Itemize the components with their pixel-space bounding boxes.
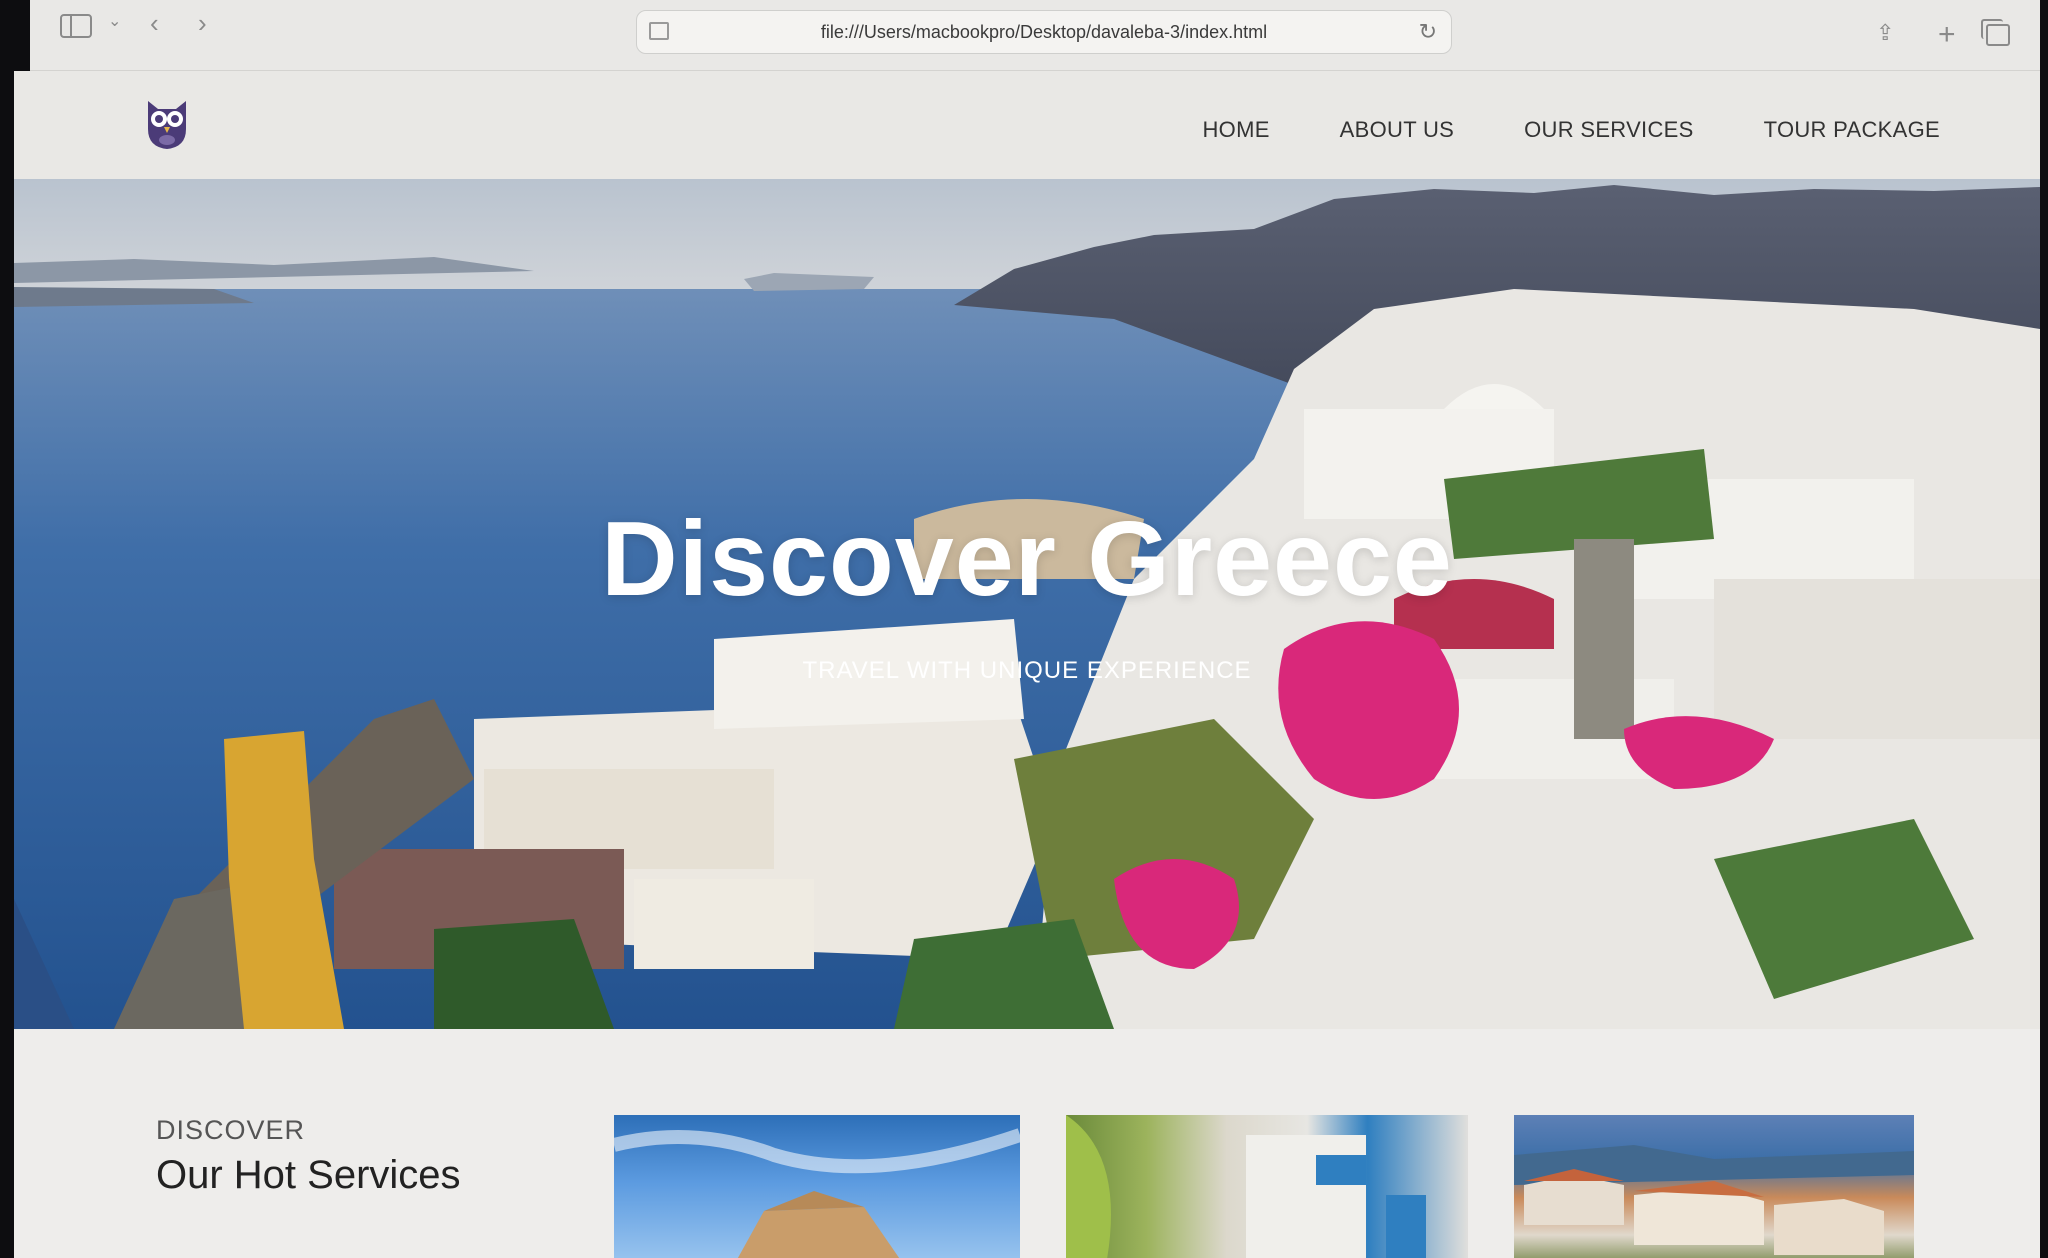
tab-overview-icon[interactable] [1981, 19, 2010, 46]
browser-toolbar: ⌄ ‹ › file:///Users/macbookpro/Desktop/d… [30, 0, 2040, 71]
page-icon [649, 22, 669, 40]
address-bar[interactable]: file:///Users/macbookpro/Desktop/davaleb… [636, 10, 1452, 54]
service-card-acropolis[interactable] [614, 1115, 1020, 1258]
service-card-village[interactable] [1066, 1115, 1468, 1258]
service-card-coast-town[interactable] [1514, 1115, 1914, 1258]
sidebar-toggle-icon[interactable] [60, 14, 92, 38]
acropolis-image [614, 1128, 1020, 1258]
nav-about-us[interactable]: ABOUT US [1340, 117, 1454, 143]
section-title: Our Hot Services [156, 1153, 461, 1197]
nav-tour-package[interactable]: TOUR PACKAGE [1764, 117, 1940, 143]
site-header: HOME ABOUT US OUR SERVICES TOUR PACKAGE [14, 71, 2040, 179]
chevron-down-icon[interactable]: ⌄ [108, 14, 121, 30]
village-image [1066, 1115, 1426, 1258]
web-page: HOME ABOUT US OUR SERVICES TOUR PACKAGE [14, 71, 2040, 1258]
new-tab-icon[interactable]: + [1938, 20, 1956, 50]
owl-logo-icon[interactable] [144, 95, 190, 151]
nav-our-services[interactable]: OUR SERVICES [1524, 117, 1693, 143]
back-arrow-icon[interactable]: ‹ [150, 10, 159, 36]
forward-arrow-icon[interactable]: › [198, 10, 207, 36]
hero-title: Discover Greece [601, 500, 1453, 618]
hero-banner: Discover Greece TRAVEL WITH UNIQUE EXPER… [14, 179, 2040, 1029]
section-kicker: DISCOVER [156, 1115, 306, 1145]
coast-town-image [1514, 1145, 1914, 1255]
share-icon[interactable]: ⇪ [1876, 22, 1894, 44]
services-section: DISCOVER Our Hot Services [14, 1029, 2040, 1258]
main-nav: HOME ABOUT US OUR SERVICES TOUR PACKAGE [1202, 117, 1940, 143]
reload-icon[interactable]: ↻ [1419, 19, 1437, 45]
url-text[interactable]: file:///Users/macbookpro/Desktop/davaleb… [697, 22, 1391, 43]
hero-subtitle: TRAVEL WITH UNIQUE EXPERIENCE [802, 657, 1252, 684]
nav-home[interactable]: HOME [1202, 117, 1269, 143]
